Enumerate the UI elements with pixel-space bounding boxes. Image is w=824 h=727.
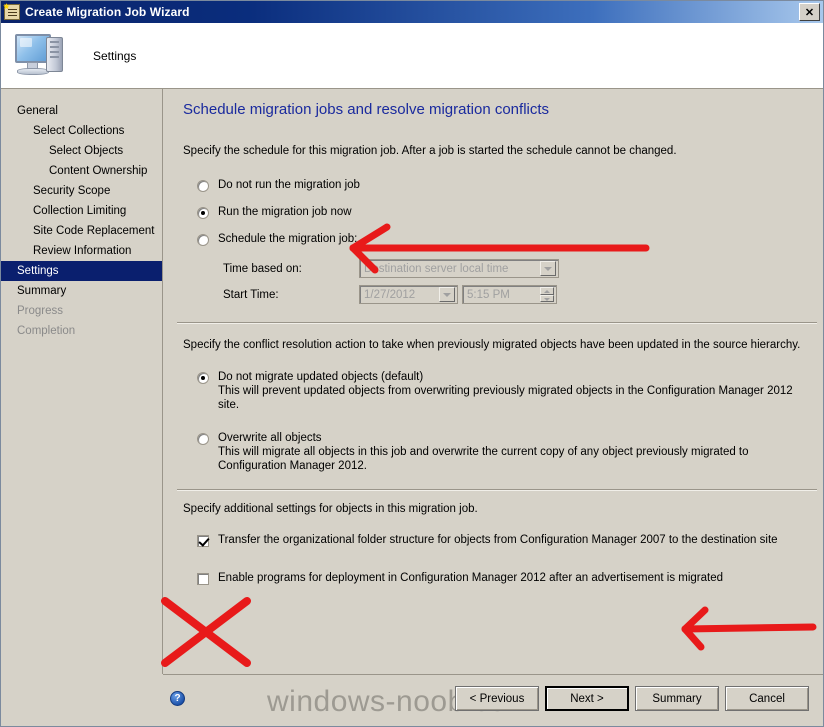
time-based-on-select: Destination server local time bbox=[359, 259, 559, 278]
radio-indicator bbox=[197, 433, 209, 445]
radio-indicator bbox=[197, 372, 209, 384]
radio-indicator bbox=[197, 180, 209, 192]
wizard-footer: ? windows-noob.com < Previous Next > Sum… bbox=[163, 674, 823, 726]
settings-panel: Schedule migration jobs and resolve migr… bbox=[163, 89, 823, 674]
time-based-on-value: Destination server local time bbox=[364, 262, 509, 275]
radio-label: Do not migrate updated objects (default) bbox=[218, 371, 424, 383]
radio-run-migration-job-now[interactable]: Run the migration job now bbox=[197, 205, 813, 219]
spinner-icon bbox=[540, 287, 554, 302]
create-migration-job-wizard-window: Create Migration Job Wizard ✕ Settings G… bbox=[0, 0, 824, 727]
close-icon[interactable]: ✕ bbox=[799, 3, 820, 21]
sidebar-item-collection-limiting[interactable]: Collection Limiting bbox=[1, 201, 162, 221]
window-title: Create Migration Job Wizard bbox=[25, 5, 190, 19]
radio-indicator bbox=[197, 234, 209, 246]
computer-icon bbox=[13, 31, 71, 81]
radio-schedule-migration-job[interactable]: Schedule the migration job: bbox=[197, 232, 813, 246]
start-clock-stepper: 5:15 PM bbox=[462, 285, 557, 304]
start-date-value: 1/27/2012 bbox=[364, 288, 416, 301]
wizard-header: Settings bbox=[1, 23, 823, 89]
wizard-list-icon bbox=[3, 3, 20, 20]
radio-do-not-run-migration-job[interactable]: Do not run the migration job bbox=[197, 178, 813, 192]
wizard-button-row: < Previous Next > Summary Cancel bbox=[455, 686, 809, 711]
wizard-step-navigation: General Select Collections Select Object… bbox=[1, 89, 163, 674]
sidebar-item-site-code-replacement[interactable]: Site Code Replacement bbox=[1, 221, 162, 241]
sidebar-item-review-information[interactable]: Review Information bbox=[1, 241, 162, 261]
summary-button[interactable]: Summary bbox=[635, 686, 719, 711]
previous-button[interactable]: < Previous bbox=[455, 686, 539, 711]
cancel-button[interactable]: Cancel bbox=[725, 686, 809, 711]
separator-additional bbox=[177, 489, 817, 491]
do-not-migrate-description: This will prevent updated objects from o… bbox=[218, 385, 793, 411]
sidebar-item-progress: Progress bbox=[17, 305, 64, 317]
separator-conflict bbox=[177, 322, 817, 324]
sidebar-item-select-collections[interactable]: Select Collections bbox=[1, 121, 162, 141]
next-button[interactable]: Next > bbox=[545, 686, 629, 711]
checkbox-indicator bbox=[197, 535, 209, 547]
sidebar-item-content-ownership[interactable]: Content Ownership bbox=[1, 161, 162, 181]
checkbox-transfer-organizational-folder-structure[interactable]: Transfer the organizational folder struc… bbox=[197, 533, 813, 547]
sidebar-item-security-scope[interactable]: Security Scope bbox=[1, 181, 162, 201]
radio-label: Schedule the migration job: bbox=[218, 233, 358, 245]
checkbox-label: Enable programs for deployment in Config… bbox=[218, 572, 724, 584]
sidebar-item-completion: Completion bbox=[17, 325, 76, 337]
header-page-label: Settings bbox=[93, 48, 137, 63]
start-clock-value: 5:15 PM bbox=[467, 288, 510, 301]
title-bar: Create Migration Job Wizard ✕ bbox=[1, 1, 823, 23]
sidebar-item-select-objects[interactable]: Select Objects bbox=[1, 141, 162, 161]
wizard-body: General Select Collections Select Object… bbox=[1, 89, 823, 674]
overwrite-all-description: This will migrate all objects in this jo… bbox=[218, 446, 749, 472]
help-icon[interactable]: ? bbox=[170, 691, 185, 706]
sidebar-item-settings[interactable]: Settings bbox=[1, 261, 162, 281]
radio-indicator bbox=[197, 207, 209, 219]
schedule-intro-text: Specify the schedule for this migration … bbox=[183, 145, 677, 157]
chevron-down-icon bbox=[540, 261, 556, 276]
additional-intro-text: Specify additional settings for objects … bbox=[183, 503, 478, 515]
page-title: Schedule migration jobs and resolve migr… bbox=[183, 101, 550, 118]
radio-do-not-migrate-updated-objects[interactable]: Do not migrate updated objects (default) bbox=[197, 370, 813, 384]
radio-label: Do not run the migration job bbox=[218, 179, 360, 191]
radio-label: Run the migration job now bbox=[218, 206, 352, 218]
radio-label: Overwrite all objects bbox=[218, 432, 322, 444]
checkbox-label: Transfer the organizational folder struc… bbox=[218, 534, 778, 546]
checkbox-indicator bbox=[197, 573, 209, 585]
start-date-picker: 1/27/2012 bbox=[359, 285, 458, 304]
sidebar-item-general[interactable]: General bbox=[1, 101, 162, 121]
radio-overwrite-all-objects[interactable]: Overwrite all objects bbox=[197, 431, 813, 445]
conflict-intro-text: Specify the conflict resolution action t… bbox=[183, 339, 801, 351]
sidebar-item-summary[interactable]: Summary bbox=[1, 281, 162, 301]
start-time-label: Start Time: bbox=[223, 288, 279, 301]
checkbox-enable-programs-for-deployment[interactable]: Enable programs for deployment in Config… bbox=[197, 571, 813, 585]
chevron-down-icon bbox=[439, 287, 455, 302]
time-based-on-label: Time based on: bbox=[223, 262, 302, 275]
